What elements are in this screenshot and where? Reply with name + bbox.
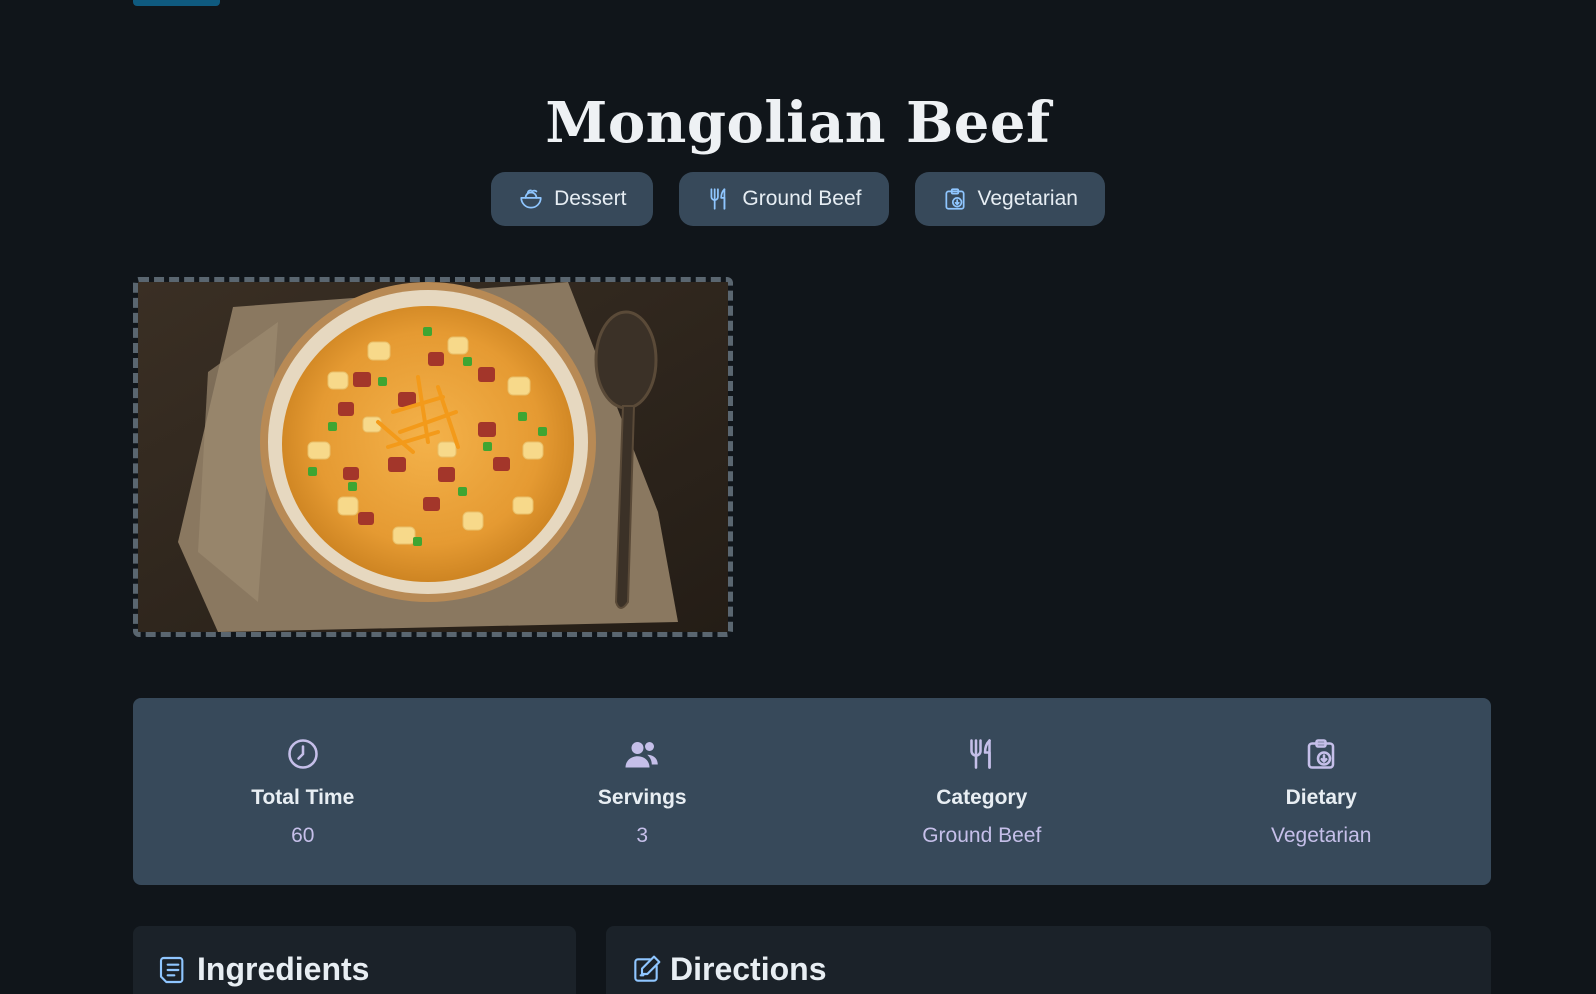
stat-label: Dietary (1285, 786, 1357, 809)
utensils-icon (969, 739, 991, 769)
ingredients-panel: Ingredients (133, 926, 576, 994)
stat-servings: Servings 3 (473, 698, 813, 885)
ingredients-heading: Ingredients (133, 926, 576, 988)
tag-chip-dessert[interactable]: Dessert (491, 172, 654, 226)
tag-chip-ground-beef[interactable]: Ground Beef (679, 172, 889, 226)
clipboard-download-icon (944, 188, 965, 210)
stat-label: Servings (597, 786, 687, 809)
recipe-page: Mongolian Beef Dessert Ground Beef Veget… (0, 0, 1596, 994)
clock-icon (287, 739, 318, 769)
ingredients-heading-label: Ingredients (197, 951, 370, 987)
recipe-photo (133, 277, 733, 637)
stat-value: 3 (636, 824, 649, 847)
tag-chips: Dessert Ground Beef Vegetarian (0, 172, 1596, 226)
stat-value: Ground Beef (922, 824, 1042, 847)
list-icon (159, 956, 184, 983)
stat-total-time: Total Time 60 (133, 698, 473, 885)
recipe-title: Mongolian Beef (545, 89, 1051, 156)
directions-panel: Directions (606, 926, 1491, 994)
people-icon (625, 742, 658, 768)
tag-chip-label: Vegetarian (977, 187, 1078, 210)
tag-chip-vegetarian[interactable]: Vegetarian (914, 172, 1105, 226)
directions-heading-label: Directions (670, 951, 827, 987)
edit-icon (634, 955, 661, 982)
stat-dietary: Dietary Vegetarian (1152, 698, 1492, 885)
clipboard-download-icon (1307, 739, 1335, 769)
bowl-icon (520, 189, 542, 209)
tag-chip-label: Ground Beef (742, 187, 862, 210)
recipe-stats-card: Total Time 60 Servings 3 Category Ground… (133, 698, 1491, 885)
directions-heading: Directions (606, 926, 1491, 988)
stat-value: Vegetarian (1271, 824, 1372, 847)
utensils-icon (710, 188, 726, 210)
top-tab-indicator[interactable] (133, 0, 220, 6)
tag-chip-label: Dessert (554, 187, 627, 210)
stat-label: Category (936, 786, 1028, 809)
stat-value: 60 (291, 824, 315, 847)
stat-label: Total Time (251, 786, 355, 809)
stat-category: Category Ground Beef (812, 698, 1152, 885)
